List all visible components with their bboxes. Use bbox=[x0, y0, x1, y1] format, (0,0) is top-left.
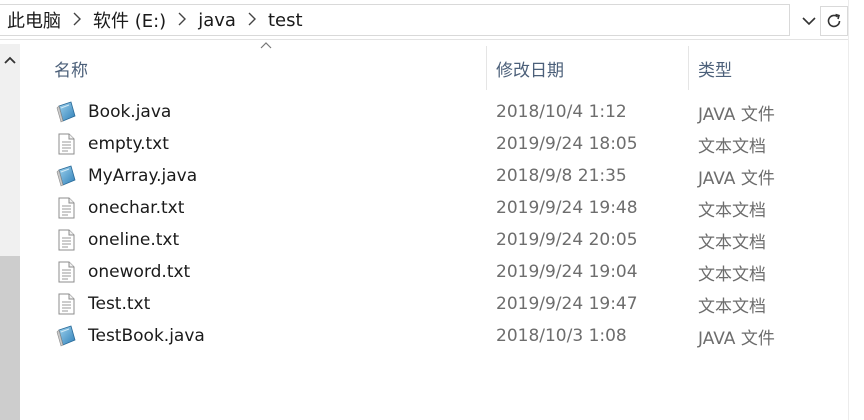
chevron-up-icon bbox=[4, 56, 16, 64]
text-file-icon bbox=[54, 260, 78, 284]
file-row[interactable]: oneword.txt 2019/9/24 19:04 文本文档 bbox=[20, 256, 848, 288]
refresh-icon bbox=[827, 13, 841, 28]
file-name-cell[interactable]: onechar.txt bbox=[54, 192, 184, 224]
vertical-scrollbar[interactable] bbox=[0, 44, 20, 420]
breadcrumb-this-pc[interactable]: 此电脑 bbox=[1, 7, 67, 33]
file-type: 文本文档 bbox=[698, 232, 766, 253]
file-row[interactable]: empty.txt 2019/9/24 18:05 文本文档 bbox=[20, 128, 848, 160]
file-row[interactable]: onechar.txt 2019/9/24 19:48 文本文档 bbox=[20, 192, 848, 224]
file-name-cell[interactable]: oneline.txt bbox=[54, 224, 179, 256]
address-history-dropdown[interactable] bbox=[798, 10, 820, 32]
file-name: Book.java bbox=[88, 102, 172, 122]
file-name: MyArray.java bbox=[88, 166, 198, 186]
file-name: onechar.txt bbox=[88, 198, 185, 218]
file-name-cell[interactable]: MyArray.java bbox=[54, 160, 197, 192]
file-name-cell[interactable]: Book.java bbox=[54, 96, 171, 128]
java-file-icon bbox=[54, 100, 78, 124]
file-name-cell[interactable]: oneword.txt bbox=[54, 256, 190, 288]
scrollbar-thumb[interactable] bbox=[0, 256, 20, 420]
file-type: 文本文档 bbox=[698, 296, 766, 317]
file-type: 文本文档 bbox=[698, 264, 766, 285]
file-name-cell[interactable]: empty.txt bbox=[54, 128, 169, 160]
file-date: 2019/9/24 20:05 bbox=[496, 230, 638, 250]
file-type: 文本文档 bbox=[698, 136, 766, 157]
file-row[interactable]: oneline.txt 2019/9/24 20:05 文本文档 bbox=[20, 224, 848, 256]
file-name: Test.txt bbox=[88, 294, 151, 314]
chevron-right-icon[interactable] bbox=[172, 11, 192, 30]
breadcrumb-java[interactable]: java bbox=[192, 10, 242, 31]
refresh-button[interactable] bbox=[820, 6, 848, 36]
text-file-icon bbox=[54, 292, 78, 316]
window-edge bbox=[848, 0, 864, 420]
text-file-icon bbox=[54, 132, 78, 156]
column-headers: 名称 修改日期 类型 bbox=[20, 42, 848, 92]
file-type: JAVA 文件 bbox=[698, 104, 775, 125]
file-date: 2019/9/24 18:05 bbox=[496, 134, 638, 154]
file-list: Book.java 2018/10/4 1:12 JAVA 文件 empty.txt… bbox=[20, 96, 848, 352]
java-file-icon bbox=[54, 164, 78, 188]
address-bar: 此电脑 软件 (E:) java test bbox=[0, 0, 848, 40]
file-date: 2019/9/24 19:47 bbox=[496, 294, 638, 314]
text-file-icon bbox=[54, 196, 78, 220]
file-date: 2018/9/8 21:35 bbox=[496, 166, 627, 186]
file-name: oneline.txt bbox=[88, 230, 180, 250]
java-file-icon bbox=[54, 324, 78, 348]
file-name: oneword.txt bbox=[88, 262, 191, 282]
file-name-cell[interactable]: TestBook.java bbox=[54, 320, 205, 352]
file-date: 2018/10/3 1:08 bbox=[496, 326, 627, 346]
scroll-up-button[interactable] bbox=[0, 44, 20, 76]
breadcrumb[interactable]: 此电脑 软件 (E:) java test bbox=[0, 4, 790, 36]
file-row[interactable]: Book.java 2018/10/4 1:12 JAVA 文件 bbox=[20, 96, 848, 128]
column-header-name[interactable]: 名称 bbox=[40, 44, 486, 92]
text-file-icon bbox=[54, 228, 78, 252]
breadcrumb-test[interactable]: test bbox=[262, 10, 309, 31]
file-type: 文本文档 bbox=[698, 200, 766, 221]
file-date: 2019/9/24 19:48 bbox=[496, 198, 638, 218]
file-type: JAVA 文件 bbox=[698, 328, 775, 349]
breadcrumb-drive[interactable]: 软件 (E:) bbox=[87, 7, 172, 33]
chevron-right-icon[interactable] bbox=[242, 11, 262, 30]
file-type: JAVA 文件 bbox=[698, 168, 775, 189]
file-row[interactable]: Test.txt 2019/9/24 19:47 文本文档 bbox=[20, 288, 848, 320]
file-date: 2018/10/4 1:12 bbox=[496, 102, 627, 122]
file-name-cell[interactable]: Test.txt bbox=[54, 288, 150, 320]
column-header-date[interactable]: 修改日期 bbox=[482, 44, 688, 92]
chevron-right-icon[interactable] bbox=[67, 11, 87, 30]
file-row[interactable]: TestBook.java 2018/10/3 1:08 JAVA 文件 bbox=[20, 320, 848, 352]
file-row[interactable]: MyArray.java 2018/9/8 21:35 JAVA 文件 bbox=[20, 160, 848, 192]
chevron-down-icon bbox=[802, 16, 816, 25]
file-name: TestBook.java bbox=[88, 326, 205, 346]
file-date: 2019/9/24 19:04 bbox=[496, 262, 638, 282]
file-explorer-window: 此电脑 软件 (E:) java test 名称 修改日期 类型 Book.ja… bbox=[0, 0, 864, 420]
column-header-type[interactable]: 类型 bbox=[684, 44, 848, 92]
file-name: empty.txt bbox=[88, 134, 169, 154]
